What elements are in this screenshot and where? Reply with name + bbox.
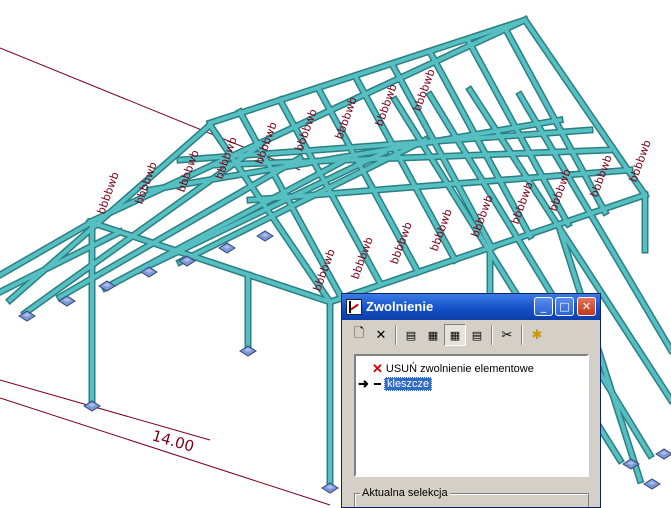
dialog-titlebar[interactable]: Zwolnienie _ □ ✕ (342, 294, 600, 320)
tree-item-label: kleszcze (384, 377, 433, 391)
dialog-title: Zwolnienie (366, 299, 434, 314)
table-view-icon[interactable]: ▦ (444, 324, 466, 346)
new-element-icon[interactable]: ✱ (526, 324, 548, 346)
close-button[interactable]: ✕ (577, 297, 596, 316)
tree-item-label: USUŃ zwolnienie elementowe (385, 363, 534, 375)
dialog-app-icon (346, 299, 362, 315)
release-label: bbbbwb (627, 138, 654, 184)
new-icon[interactable]: 🗋 (348, 324, 370, 346)
toolbar-separator (521, 325, 523, 345)
toolbar-separator (395, 325, 397, 345)
current-selection-label: Aktualna selekcja (360, 487, 450, 499)
release-label: bbbbwb (133, 160, 160, 206)
dimension-label: 14.00 (150, 427, 196, 456)
tree-item-kleszcze[interactable]: ➜ kleszcze (358, 376, 433, 391)
view-icon-2[interactable]: ▦ (422, 324, 444, 346)
list-view-icon[interactable]: ▤ (466, 324, 488, 346)
maximize-button[interactable]: □ (555, 297, 574, 316)
minimize-button[interactable]: _ (534, 297, 553, 316)
view-icon-1[interactable]: ▤ (400, 324, 422, 346)
arrow-right-icon: ➜ (358, 376, 369, 391)
release-tree[interactable]: ✕ USUŃ zwolnienie elementowe ➜ kleszcze (354, 354, 589, 477)
release-symbol-icon (374, 383, 381, 385)
delete-icon[interactable]: ✕ (370, 324, 392, 346)
cut-icon[interactable]: ✂ (496, 324, 518, 346)
red-x-icon: ✕ (372, 361, 383, 376)
tree-item-delete-release[interactable]: ✕ USUŃ zwolnienie elementowe (372, 361, 534, 376)
toolbar-separator (491, 325, 493, 345)
releases-dialog[interactable]: Zwolnienie _ □ ✕ 🗋 ✕ ▤ ▦ ▦ ▤ ✂ ✱ ✕ USUŃ … (341, 293, 601, 508)
